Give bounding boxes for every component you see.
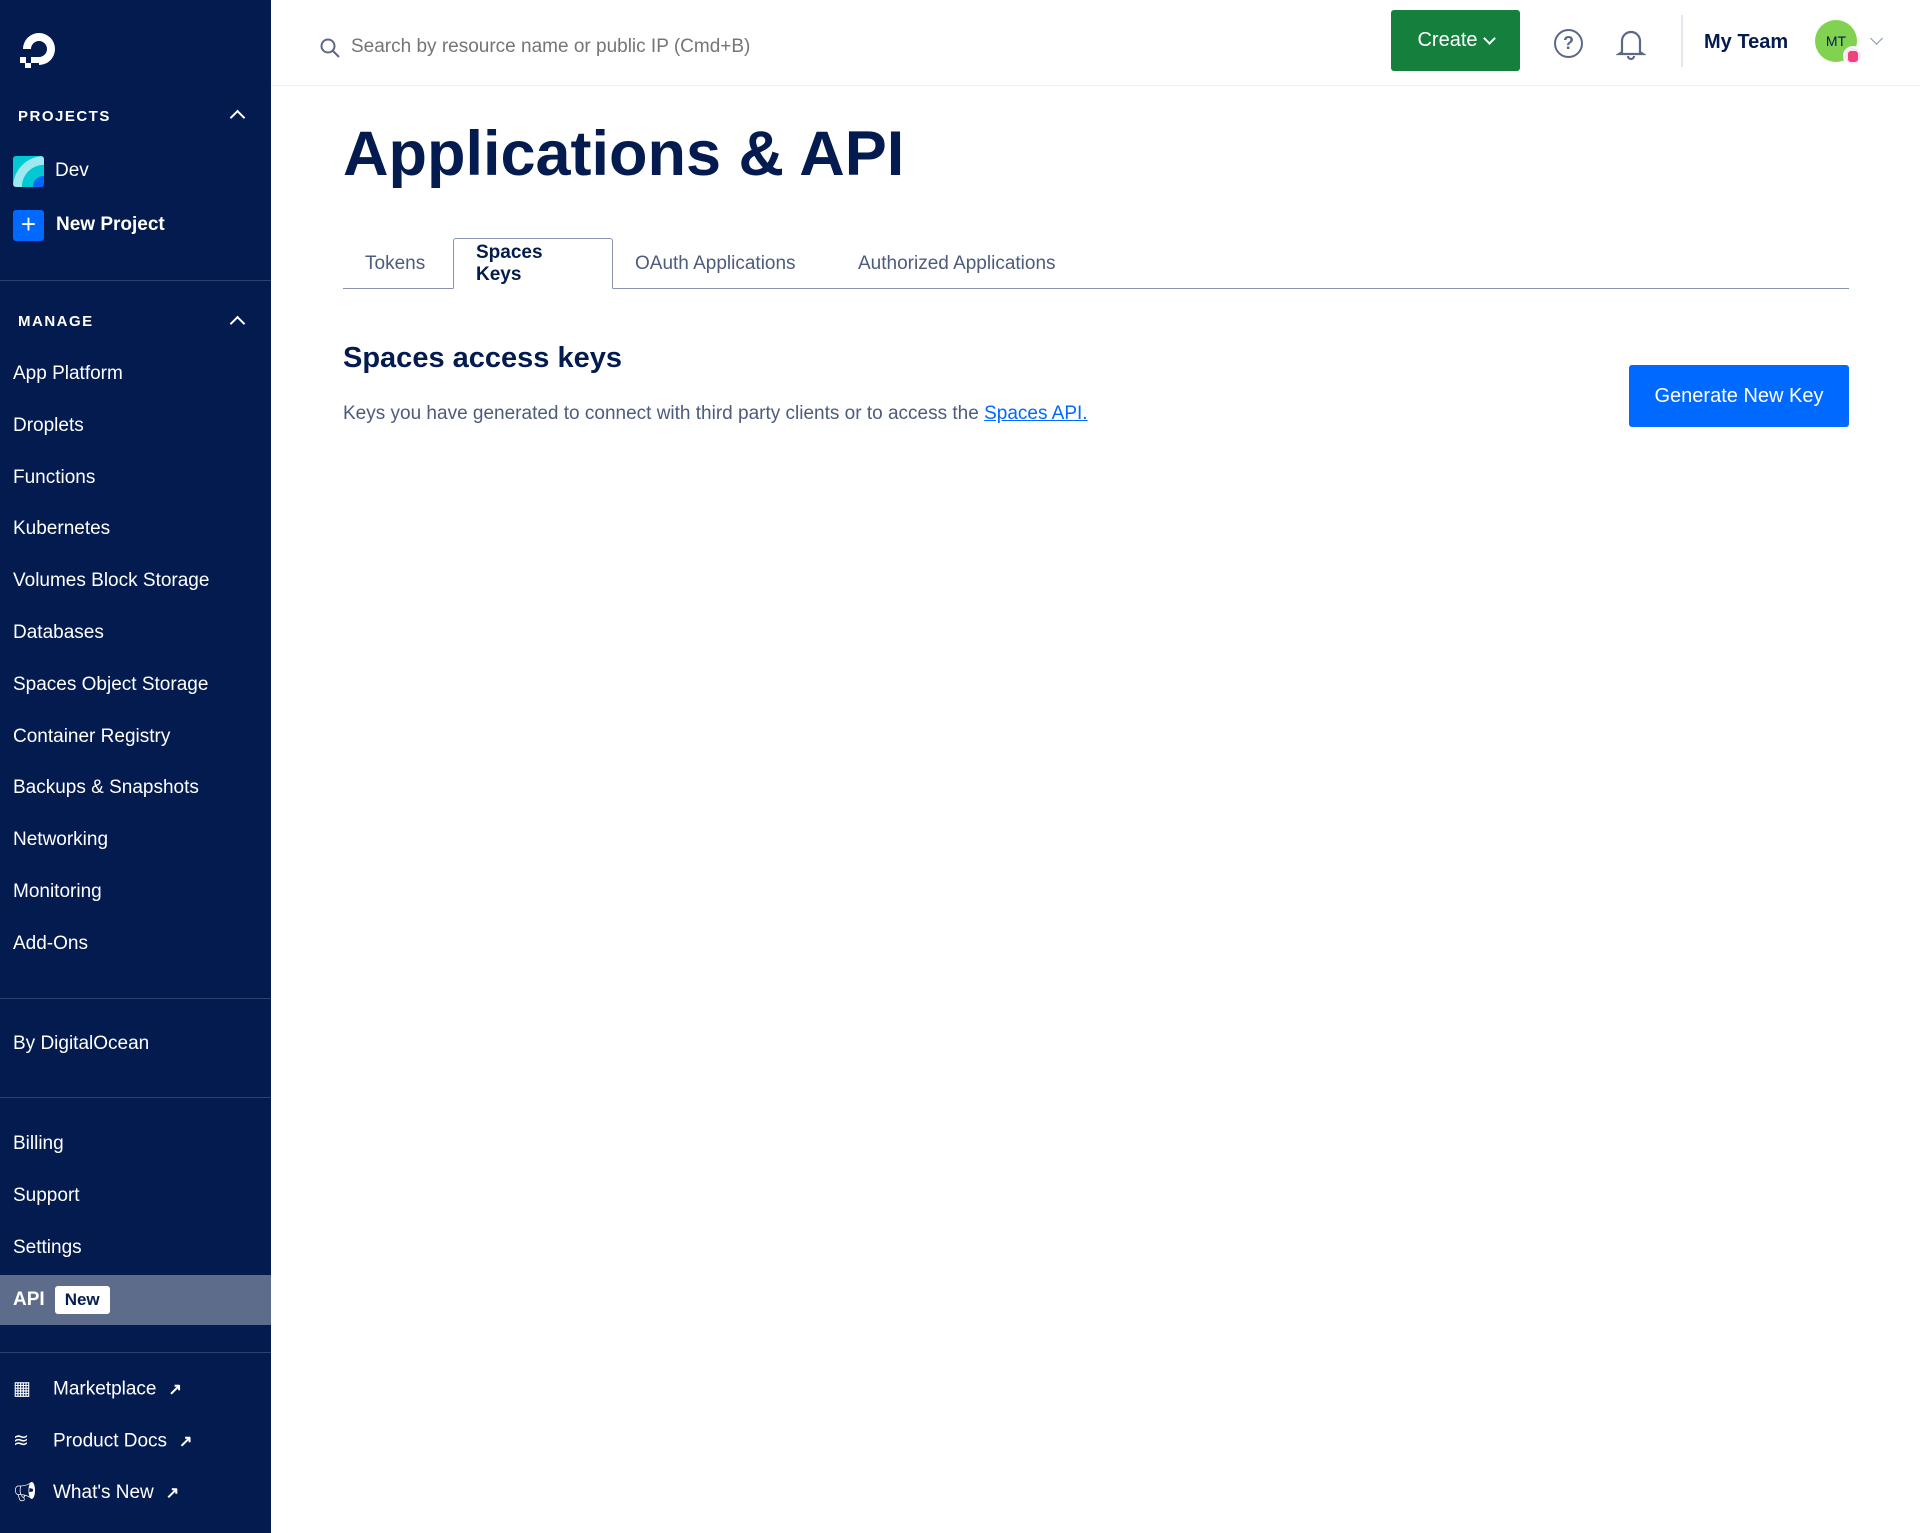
product-docs-label: Product Docs [53, 1430, 168, 1452]
api-label: API [13, 1289, 45, 1310]
divider [0, 1097, 271, 1098]
tab-authorized-applications[interactable]: Authorized Applications [836, 238, 1078, 289]
team-chevron-down-icon[interactable] [1870, 32, 1883, 45]
sidebar-item-monitoring[interactable]: Monitoring [13, 881, 102, 903]
help-icon[interactable]: ? [1554, 29, 1583, 58]
sidebar-item-product-docs[interactable]: ≋ Product Docs ↗ [13, 1430, 192, 1453]
sidebar-item-marketplace[interactable]: ▦ Marketplace ↗ [13, 1378, 182, 1401]
sidebar-item-spaces-object-storage[interactable]: Spaces Object Storage [13, 674, 208, 696]
sidebar-item-kubernetes[interactable]: Kubernetes [13, 518, 110, 540]
marketplace-label: Marketplace [53, 1378, 157, 1400]
spaces-api-link[interactable]: Spaces API. [984, 403, 1088, 424]
new-badge: New [54, 1286, 110, 1314]
sidebar-item-support[interactable]: Support [13, 1185, 80, 1207]
sidebar-item-add-ons[interactable]: Add-Ons [13, 933, 88, 955]
external-link-icon: ↗ [165, 1485, 180, 1502]
sidebar-item-functions[interactable]: Functions [13, 467, 95, 489]
digitalocean-logo-icon[interactable] [18, 28, 60, 70]
divider [0, 1352, 271, 1353]
plus-icon: + [13, 210, 44, 241]
description-text: Keys you have generated to connect with … [343, 403, 985, 424]
generate-new-key-button[interactable]: Generate New Key [1629, 365, 1849, 427]
search-input[interactable] [351, 30, 871, 64]
section-description: Keys you have generated to connect with … [343, 403, 1088, 425]
project-dev-icon [13, 156, 44, 187]
manage-heading: MANAGE [18, 313, 94, 330]
megaphone-icon: 📢︎ [13, 1482, 38, 1503]
sidebar-item-droplets[interactable]: Droplets [13, 415, 84, 437]
divider [0, 998, 271, 999]
layers-icon: ≋ [13, 1430, 29, 1452]
sidebar-item-by-digitalocean[interactable]: By DigitalOcean [13, 1033, 149, 1055]
sidebar-item-billing[interactable]: Billing [13, 1133, 64, 1155]
box-icon: ▦ [13, 1378, 31, 1400]
create-label: Create [1417, 29, 1478, 51]
create-button[interactable]: Create [1391, 10, 1520, 71]
sidebar-item-volumes-block-storage[interactable]: Volumes Block Storage [13, 570, 209, 592]
tab-oauth-applications[interactable]: OAuth Applications [613, 238, 818, 289]
section-title: Spaces access keys [343, 342, 622, 374]
sidebar-item-databases[interactable]: Databases [13, 622, 104, 644]
chevron-down-icon [1482, 31, 1496, 45]
tab-tokens[interactable]: Tokens [343, 238, 447, 289]
user-avatar-icon [1843, 46, 1863, 66]
external-link-icon: ↗ [179, 1433, 193, 1451]
bell-icon[interactable] [1616, 27, 1646, 61]
collapse-manage-icon[interactable] [229, 315, 246, 332]
collapse-projects-icon[interactable] [229, 109, 246, 126]
project-dev[interactable]: Dev [55, 160, 89, 182]
sidebar-item-networking[interactable]: Networking [13, 829, 108, 851]
sidebar-item-container-registry[interactable]: Container Registry [13, 726, 170, 748]
sidebar: PROJECTS Dev + New Project MANAGE App Pl… [0, 0, 271, 1533]
page-title: Applications & API [343, 119, 905, 189]
whats-new-label: What's New [53, 1482, 154, 1503]
sidebar-item-api[interactable]: API New [0, 1275, 271, 1325]
projects-heading: PROJECTS [18, 108, 111, 125]
header-divider [1681, 15, 1683, 67]
sidebar-item-settings[interactable]: Settings [13, 1237, 82, 1259]
sidebar-item-app-platform[interactable]: App Platform [13, 363, 123, 385]
external-link-icon: ↗ [168, 1381, 182, 1399]
tab-spaces-keys[interactable]: Spaces Keys [453, 238, 613, 289]
sidebar-item-backups-snapshots[interactable]: Backups & Snapshots [13, 777, 199, 799]
team-name[interactable]: My Team [1704, 31, 1788, 54]
new-project-link[interactable]: New Project [56, 214, 165, 236]
search-icon [320, 38, 340, 58]
top-bar: Create ? My Team MT [271, 0, 1920, 86]
divider [0, 280, 271, 281]
sidebar-item-whats-new[interactable]: 📢︎ What's New ↗ [13, 1480, 179, 1504]
